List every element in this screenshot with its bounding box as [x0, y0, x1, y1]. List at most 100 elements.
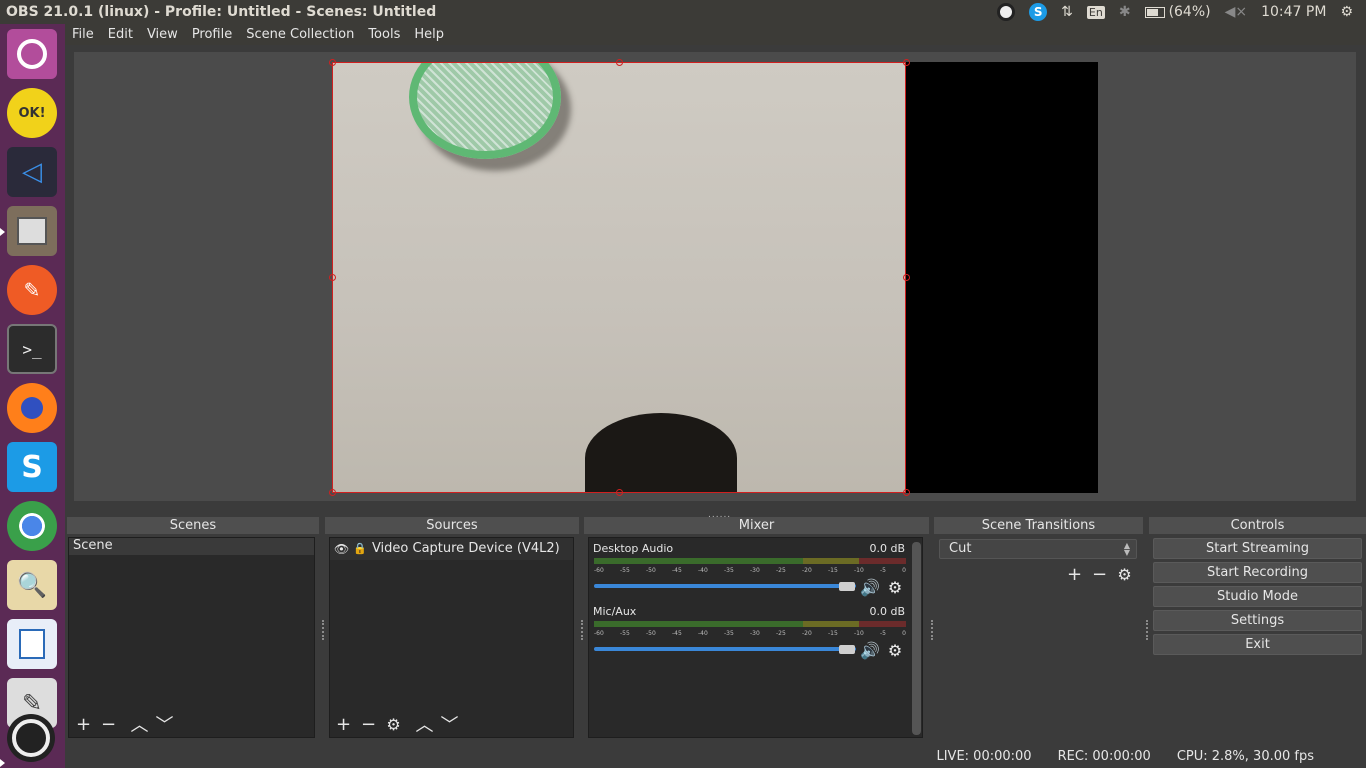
ubuntu-dash-icon[interactable] [7, 29, 57, 79]
meter-ticks: -60 -55 -50 -45 -40 -35 -30 -25 -20 -15 -10 -5 0 [594, 630, 906, 637]
system-top-bar: OBS 21.0.1 (linux) - Profile: Untitled -… [0, 0, 1366, 24]
dock-grip[interactable] [322, 620, 325, 640]
volume-slider[interactable] [594, 584, 856, 588]
running-indicator [0, 228, 5, 236]
scenes-dock-title: Scenes [67, 517, 319, 534]
sources-dock-title: Sources [325, 517, 579, 534]
source-properties-gear-icon[interactable]: ⚙ [381, 713, 406, 735]
move-up-button[interactable]: ︿ [412, 713, 437, 736]
lock-icon[interactable]: 🔒 [353, 541, 367, 557]
menu-file[interactable]: File [65, 27, 101, 42]
gear-icon[interactable]: ⚙ [1340, 4, 1353, 20]
dock-grip[interactable] [581, 620, 584, 640]
menu-tools[interactable]: Tools [361, 27, 407, 42]
resize-handle[interactable] [329, 274, 336, 281]
unity-launcher: OK! ◁ ✎ >_ S 🔍 ✎ [0, 24, 65, 768]
sources-list[interactable]: 👁 🔒 Video Capture Device (V4L2) [329, 537, 574, 738]
resize-handle[interactable] [616, 489, 623, 496]
video-capture-source[interactable] [332, 62, 906, 493]
meter-ticks: -60 -55 -50 -45 -40 -35 -30 -25 -20 -15 -10 -5 0 [594, 567, 906, 574]
remove-scene-button[interactable]: − [96, 713, 121, 735]
image-viewer-icon[interactable]: 🔍 [7, 560, 57, 610]
list-item[interactable]: 👁 🔒 Video Capture Device (V4L2) [330, 538, 573, 560]
obs-icon[interactable] [7, 714, 55, 762]
window-title: OBS 21.0.1 (linux) - Profile: Untitled -… [6, 4, 437, 20]
terminal-icon[interactable]: >_ [7, 324, 57, 374]
volume-slider-knob[interactable] [839, 582, 855, 591]
add-scene-button[interactable]: + [71, 713, 96, 735]
sources-toolbar: + − ⚙ ︿ ﹀ [331, 711, 462, 737]
battery-icon [1144, 6, 1165, 18]
add-source-button[interactable]: + [331, 713, 356, 735]
rec-status: REC: 00:00:00 [1057, 748, 1151, 764]
mixer-dock-title: Mixer [584, 517, 929, 534]
move-down-button[interactable]: ﹀ [437, 713, 462, 736]
exit-button[interactable]: Exit [1153, 634, 1362, 655]
resize-handle[interactable] [903, 274, 910, 281]
cpu-status: CPU: 2.8%, 30.00 fps [1176, 748, 1314, 764]
skype-icon[interactable]: S [7, 442, 57, 492]
menu-profile[interactable]: Profile [185, 27, 239, 42]
battery-indicator[interactable]: (64%) [1144, 4, 1211, 20]
preview-area[interactable] [74, 52, 1356, 501]
speaker-icon[interactable]: 🔊 [860, 641, 880, 660]
resize-handle[interactable] [329, 59, 336, 66]
clock[interactable]: 10:47 PM [1261, 4, 1326, 20]
transition-select[interactable]: Cut ▲ ▼ [939, 539, 1137, 559]
transition-value: Cut [949, 541, 972, 556]
move-up-button[interactable]: ︿ [127, 713, 152, 736]
transition-properties-gear-icon[interactable]: ⚙ [1112, 563, 1137, 585]
resize-handle[interactable] [903, 489, 910, 496]
resize-handle[interactable] [616, 59, 623, 66]
camera-image-person [585, 413, 737, 492]
add-transition-button[interactable]: + [1062, 563, 1087, 585]
controls-dock-title: Controls [1149, 517, 1366, 534]
vscode-icon[interactable]: ◁ [7, 147, 57, 197]
live-status: LIVE: 00:00:00 [936, 748, 1032, 764]
menu-bar: File Edit View Profile Scene Collection … [65, 24, 1366, 45]
obs-tray-icon[interactable] [997, 3, 1016, 21]
volume-slider-knob[interactable] [839, 645, 855, 654]
eye-icon[interactable]: 👁 [334, 541, 349, 557]
bluetooth-icon[interactable]: ✱ [1119, 4, 1131, 20]
files-icon[interactable] [7, 206, 57, 256]
dock-grip[interactable] [931, 620, 934, 640]
chevron-updown-icon[interactable]: ▲ ▼ [1120, 542, 1134, 557]
menu-edit[interactable]: Edit [101, 27, 140, 42]
network-icon[interactable]: ⇅ [1061, 4, 1073, 20]
volume-slider[interactable] [594, 647, 856, 651]
sticky-notes-icon[interactable]: OK! [7, 88, 57, 138]
gear-icon[interactable]: ⚙ [886, 641, 904, 660]
chrome-icon[interactable] [7, 501, 57, 551]
volume-meter [594, 558, 906, 564]
remove-source-button[interactable]: − [356, 713, 381, 735]
keyboard-layout-icon[interactable]: En [1086, 5, 1105, 19]
menu-view[interactable]: View [140, 27, 185, 42]
gear-icon[interactable]: ⚙ [886, 578, 904, 597]
skype-tray-icon[interactable]: S [1029, 3, 1048, 21]
menu-scene-collection[interactable]: Scene Collection [239, 27, 361, 42]
battery-text: (64%) [1168, 4, 1211, 20]
menu-help[interactable]: Help [407, 27, 451, 42]
mixer-channel-name: Mic/Aux [593, 605, 637, 618]
volume-muted-icon[interactable]: ◀× [1225, 4, 1248, 20]
writer-icon[interactable] [7, 619, 57, 669]
remove-transition-button[interactable]: − [1087, 563, 1112, 585]
transitions-toolbar: + − ⚙ [1062, 561, 1137, 587]
settings-button[interactable]: Settings [1153, 610, 1362, 631]
postman-icon[interactable]: ✎ [7, 265, 57, 315]
dock-grip[interactable] [1146, 620, 1149, 640]
firefox-icon[interactable] [7, 383, 57, 433]
studio-mode-button[interactable]: Studio Mode [1153, 586, 1362, 607]
mixer-scrollbar[interactable] [912, 542, 921, 735]
resize-handle[interactable] [329, 489, 336, 496]
resize-handle[interactable] [903, 59, 910, 66]
indicator-area: S ⇅ En ✱ (64%) ◀× 10:47 PM ⚙ [990, 0, 1366, 24]
list-item[interactable]: Scene [69, 538, 314, 555]
start-streaming-button[interactable]: Start Streaming [1153, 538, 1362, 559]
mixer-channel-db: 0.0 dB [869, 542, 905, 555]
speaker-icon[interactable]: 🔊 [860, 578, 880, 597]
move-down-button[interactable]: ﹀ [152, 713, 177, 736]
scenes-list[interactable]: Scene [68, 537, 315, 738]
start-recording-button[interactable]: Start Recording [1153, 562, 1362, 583]
